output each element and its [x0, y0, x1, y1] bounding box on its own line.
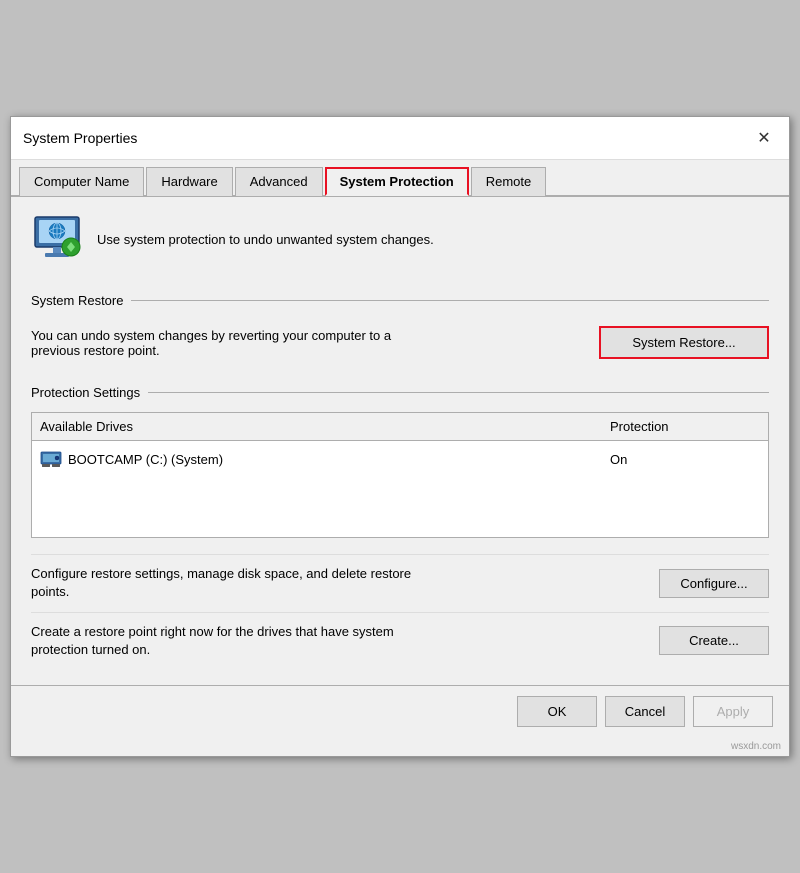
table-empty-space — [32, 477, 768, 537]
system-properties-window: System Properties ✕ Computer Name Hardwa… — [10, 116, 790, 757]
tab-bar: Computer Name Hardware Advanced System P… — [11, 160, 789, 197]
create-button[interactable]: Create... — [659, 626, 769, 655]
computer-icon — [31, 213, 83, 265]
column-header-protection: Protection — [610, 419, 760, 434]
column-header-drives: Available Drives — [40, 419, 610, 434]
cancel-button[interactable]: Cancel — [605, 696, 685, 727]
protection-status: On — [610, 452, 760, 467]
title-bar: System Properties ✕ — [11, 117, 789, 160]
configure-row: Configure restore settings, manage disk … — [31, 554, 769, 611]
system-restore-button[interactable]: System Restore... — [599, 326, 769, 359]
system-restore-row: You can undo system changes by reverting… — [31, 320, 769, 365]
restore-description: You can undo system changes by reverting… — [31, 328, 411, 358]
tab-remote[interactable]: Remote — [471, 167, 547, 196]
drive-icon — [40, 450, 62, 468]
header-section: Use system protection to undo unwanted s… — [31, 213, 769, 275]
drive-cell: BOOTCAMP (C:) (System) — [40, 450, 610, 468]
tab-advanced[interactable]: Advanced — [235, 167, 323, 196]
create-description: Create a restore point right now for the… — [31, 623, 431, 659]
watermark: wsxdn.com — [11, 737, 789, 756]
table-header: Available Drives Protection — [32, 413, 768, 441]
create-row: Create a restore point right now for the… — [31, 612, 769, 669]
configure-button[interactable]: Configure... — [659, 569, 769, 598]
tab-hardware[interactable]: Hardware — [146, 167, 232, 196]
ok-button[interactable]: OK — [517, 696, 597, 727]
tab-content: Use system protection to undo unwanted s… — [11, 197, 789, 685]
close-button[interactable]: ✕ — [751, 125, 777, 151]
table-row[interactable]: BOOTCAMP (C:) (System) On — [32, 441, 768, 477]
protection-settings-section-label: Protection Settings — [31, 385, 769, 400]
tab-system-protection[interactable]: System Protection — [325, 167, 469, 196]
configure-description: Configure restore settings, manage disk … — [31, 565, 431, 601]
system-restore-section-label: System Restore — [31, 293, 769, 308]
drive-name: BOOTCAMP (C:) (System) — [68, 452, 223, 467]
window-title: System Properties — [23, 130, 137, 146]
tab-computer-name[interactable]: Computer Name — [19, 167, 144, 196]
protection-table: Available Drives Protection BOOTCAMP (C:… — [31, 412, 769, 538]
dialog-footer: OK Cancel Apply — [11, 685, 789, 737]
header-text: Use system protection to undo unwanted s… — [97, 232, 434, 247]
apply-button[interactable]: Apply — [693, 696, 773, 727]
